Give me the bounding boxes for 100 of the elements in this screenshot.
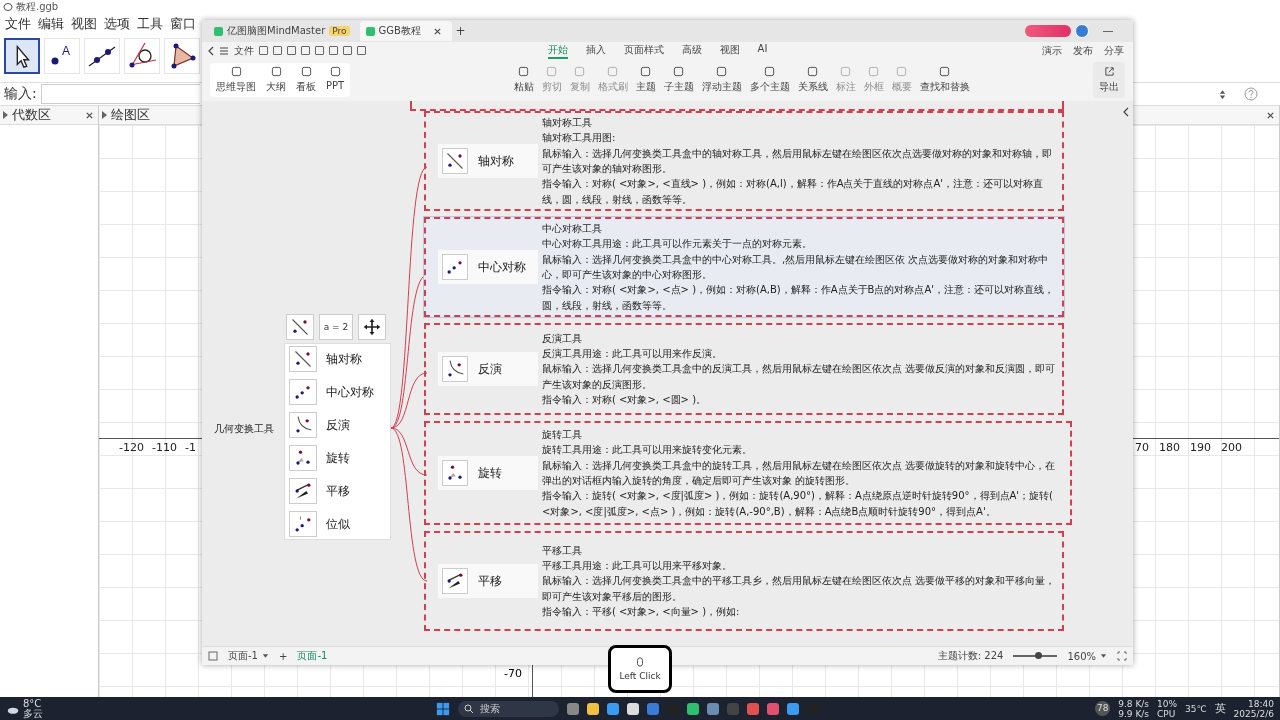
taskbar-app-icon[interactable]: [687, 702, 699, 715]
topic-label: 反演: [478, 360, 502, 378]
topic-card[interactable]: 旋转: [438, 456, 538, 490]
view-button[interactable]: PPT: [324, 66, 347, 94]
ribbon-button[interactable]: 子主题: [661, 66, 696, 94]
dropdown-arrows-icon[interactable]: [1219, 88, 1226, 100]
topic-card[interactable]: 平移: [438, 564, 538, 598]
ribbon-tab[interactable]: 高级: [681, 42, 702, 59]
tool-button[interactable]: [4, 38, 40, 74]
collapse-triangle-icon[interactable]: [3, 111, 8, 119]
ribbon-button[interactable]: 多个主题: [747, 66, 792, 94]
note-text: 指令输入：平移( <对象>, <向量> )，例如:: [542, 604, 741, 619]
menu-item[interactable]: 窗口: [170, 14, 196, 33]
caret-icon[interactable]: [1100, 653, 1107, 659]
close-icon[interactable]: [432, 26, 442, 36]
square-icon: [329, 66, 341, 77]
cpu-temperature: 35℃: [1185, 703, 1207, 714]
caret-icon[interactable]: [262, 653, 269, 659]
ribbon-button[interactable]: 查找和替换: [917, 66, 972, 94]
app-logo-icon: [214, 26, 223, 36]
zoom-level[interactable]: 160%: [1067, 650, 1096, 662]
note-text: 反演工具用途：此工具可以用来作反演。: [542, 347, 723, 362]
square-icon: [574, 66, 586, 77]
minimize-icon[interactable]: [1103, 30, 1113, 32]
ribbon-tab[interactable]: 插入: [585, 42, 606, 59]
ribbon-tab[interactable]: 开始: [547, 42, 568, 59]
app-logo-icon: [365, 26, 375, 36]
axis-label: 70: [1135, 441, 1149, 454]
toolbar-action[interactable]: 分享: [1101, 43, 1127, 58]
chevron-left-icon[interactable]: [208, 45, 214, 56]
page-tab[interactable]: 页面-1: [297, 649, 328, 663]
topic-card[interactable]: 反演: [438, 352, 538, 386]
topic-frame[interactable]: 中心对称 中心对称工具 中心对称工具用途：此工具可以作元素关于一点的对称元素。 鼠标输入：选择几何变换类工具盒中的中心对称工具。,然后用鼠标左键在绘图区依 次点选要做对称的对象和对称中心，即可产生该对象的中心对称图形。 指令输入：对称( <对象>, <点> )，例如：对称(A,B)，解释：作A点关于B点的对称点A'，注意：还可以对称直线，圆，线段，射线，函数等等。: [424, 217, 1064, 317]
ribbon-button[interactable]: 粘贴: [511, 66, 536, 94]
collapse-triangle-icon[interactable]: [102, 111, 107, 119]
note-text: 平移工具: [542, 543, 583, 558]
export-icon: [1103, 66, 1115, 77]
panel-title: 绘图区: [111, 106, 150, 124]
toolbar-action[interactable]: 发布: [1070, 43, 1096, 58]
topic-label: 旋转: [478, 464, 502, 482]
topic-frame[interactable]: 反演 反演工具 反演工具用途：此工具可以用来作反演。 鼠标输入：选择几何变换类工具盒中的反演工具，然后用鼠标左键在绘图区依次点 选要做反演的对象和反演圆，即可产生该对象的反演图形。 指令输入：对称( <对象>, <圆> )。: [424, 323, 1064, 415]
search-field[interactable]: 搜索: [458, 700, 559, 717]
chevron-left-icon[interactable]: [1123, 107, 1129, 117]
close-icon[interactable]: [1266, 110, 1275, 120]
topic-card[interactable]: 中心对称: [438, 250, 538, 284]
ribbon-button[interactable]: 主题: [633, 66, 658, 94]
root-topic[interactable]: 几何变换工具: [214, 422, 280, 436]
export-button[interactable]: 导出: [1093, 62, 1125, 98]
square-icon: [807, 66, 819, 77]
menu-item[interactable]: 工具: [137, 14, 163, 33]
square-icon: [716, 66, 728, 77]
ribbon-tab[interactable]: 页面样式: [623, 42, 664, 59]
windows-logo-icon[interactable]: [436, 701, 450, 716]
topic-card[interactable]: 轴对称: [438, 144, 538, 178]
note-text: 旋转工具: [542, 428, 583, 443]
add-page-button[interactable]: +: [279, 650, 288, 662]
note-text: 旋转工具用途：此工具可以用来旋转变化元素。: [542, 443, 753, 458]
page-dropdown[interactable]: 页面-1: [228, 649, 258, 663]
panel-title: 代数区: [12, 106, 51, 124]
topic-frame[interactable]: 轴对称 轴对称工具 轴对称工具用图: 鼠标输入：选择几何变换类工具盒中的轴对称工具，然后用鼠标左键在绘图区依次点选要做对称的对象和对称轴，即可产生该对象的轴对称图形。 指令输入：对称( <对象>, <直线> )，例如：对称(A,l)，解释：作A点关于直线的对称点A'，注意：还可以对称直线，圆，线段，射线，函数等等。: [424, 111, 1064, 211]
taskbar-app-icon[interactable]: [627, 702, 639, 715]
topic-frame[interactable]: [424, 421, 1072, 525]
taskbar-app-icon[interactable]: [787, 702, 799, 715]
menu-item[interactable]: 视图: [71, 14, 97, 33]
close-icon[interactable]: [85, 110, 94, 120]
menu-item[interactable]: 选项: [104, 14, 130, 33]
file-menu[interactable]: 文件: [234, 43, 254, 58]
document-tab[interactable]: GGB教程: [359, 21, 452, 41]
upgrade-badge[interactable]: [1025, 25, 1071, 37]
input-field[interactable]: [40, 84, 200, 104]
taskbar-app-icon[interactable]: [587, 702, 599, 715]
ribbon-tab[interactable]: AI: [757, 42, 768, 59]
ribbon-button[interactable]: 关系线: [795, 66, 830, 94]
topic-label: 轴对称: [478, 152, 514, 170]
document-tab[interactable]: 亿图脑图MindMaster Pro: [208, 21, 356, 41]
tool-name: 中心对称: [326, 383, 374, 401]
view-button[interactable]: 看板: [294, 66, 318, 94]
menu-item[interactable]: 编辑: [38, 14, 64, 33]
fullscreen-icon[interactable]: [1117, 651, 1127, 661]
panel-icon[interactable]: [208, 651, 218, 661]
avatar-circle[interactable]: [1075, 24, 1089, 38]
view-button[interactable]: 思维导图: [214, 66, 258, 94]
new-tab-button[interactable]: +: [455, 24, 466, 38]
ribbon-tab[interactable]: 视图: [719, 42, 740, 59]
note-text: 鼠标输入：选择几何变换类工具盒中的反演工具，然后用鼠标左键在绘图区依次点 选要做反演的对象和反演圆，即可产生该对象的反演图形。: [542, 362, 1056, 392]
toolbar-action[interactable]: 演示: [1039, 43, 1065, 58]
pro-badge: Pro: [329, 26, 350, 36]
square-icon: [673, 66, 685, 77]
menu-item[interactable]: 文件: [5, 14, 31, 33]
topic-frame[interactable]: 平移 平移工具 平移工具用途：此工具可以用来平移对象。 鼠标输入：选择几何变换类工具盒中的平移工具乡，然后用鼠标左键在绘图区依次点 选要做平移的对象和平移向量，即可产生该对象平移后的图形。 指令输入：平移( <对象>, <向量> )，例如:: [424, 531, 1064, 631]
tool-name: 轴对称: [326, 350, 362, 368]
ribbon-button[interactable]: 浮动主题: [699, 66, 744, 94]
ime-indicator[interactable]: 英: [1214, 701, 1226, 716]
axis-label: -110: [151, 441, 177, 454]
note-text: 中心对称工具: [542, 222, 603, 237]
window-title: 教程.ggb: [16, 0, 59, 14]
zoom-slider-thumb[interactable]: [1034, 652, 1042, 659]
view-button[interactable]: 大纲: [264, 66, 288, 94]
taskbar-app-icon[interactable]: [607, 702, 619, 715]
square-icon: [764, 66, 776, 77]
